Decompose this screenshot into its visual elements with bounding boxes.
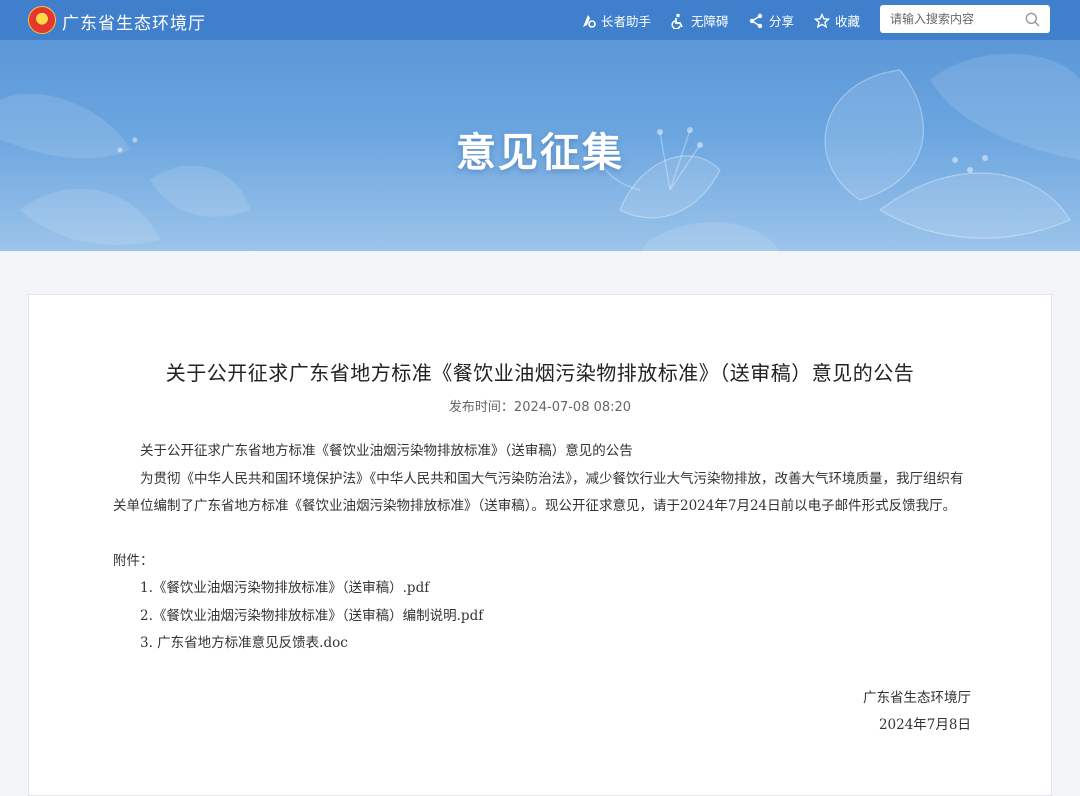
top-bar: 广东省生态环境厅 长者助手 无障碍 分享 收藏 (0, 0, 1080, 40)
elder-assist-icon (583, 15, 596, 28)
signature: 广东省生态环境厅 (863, 689, 971, 706)
search-input[interactable] (880, 5, 1020, 33)
attachment-link[interactable]: 1.《餐饮业油烟污染物排放标准》（送审稿）.pdf (113, 575, 971, 603)
national-emblem-icon[interactable] (28, 6, 56, 34)
share-label: 分享 (769, 14, 795, 29)
elder-assist-label: 长者助手 (601, 14, 652, 29)
article-title: 关于公开征求广东省地方标准《餐饮业油烟污染物排放标准》（送审稿）意见的公告 (165, 361, 915, 385)
banner: 意见征集 (0, 40, 1080, 251)
search-icon[interactable] (1025, 12, 1040, 27)
attachment-link[interactable]: 3. 广东省地方标准意见反馈表.doc (113, 630, 971, 658)
favorite-label: 收藏 (835, 14, 861, 29)
star-icon (813, 12, 831, 29)
site-name[interactable]: 广东省生态环境厅 (62, 9, 206, 34)
article-intro: 关于公开征求广东省地方标准《餐饮业油烟污染物排放标准》（送审稿）意见的公告 (140, 443, 633, 459)
signature-date: 2024年7月8日 (878, 717, 971, 733)
banner-title: 意见征集 (456, 130, 624, 176)
search-box (880, 5, 1050, 33)
accessibility-icon (671, 13, 683, 30)
article-card: 关于公开征求广东省地方标准《餐饮业油烟污染物排放标准》（送审稿）意见的公告 发布… (28, 294, 1052, 796)
article-paragraph: 为贯彻《中华人民共和国环境保护法》《中华人民共和国大气污染防治法》，减少餐饮行业… (113, 470, 964, 515)
elder-assist-button[interactable]: 长者助手 (580, 11, 651, 30)
publish-time: 发布时间：2024-07-08 08:20 (448, 400, 632, 415)
share-button[interactable]: 分享 (748, 11, 794, 30)
article-body: 关于公开征求广东省地方标准《餐饮业油烟污染物排放标准》（送审稿）意见的公告 为贯… (113, 438, 971, 740)
attachment-link[interactable]: 2.《餐饮业油烟污染物排放标准》（送审稿）编制说明.pdf (113, 603, 971, 631)
favorite-button[interactable]: 收藏 (813, 11, 861, 30)
accessibility-button[interactable]: 无障碍 (670, 11, 729, 30)
accessibility-label: 无障碍 (691, 14, 729, 29)
share-icon (749, 13, 763, 29)
attachments-label: 附件： (113, 552, 154, 569)
